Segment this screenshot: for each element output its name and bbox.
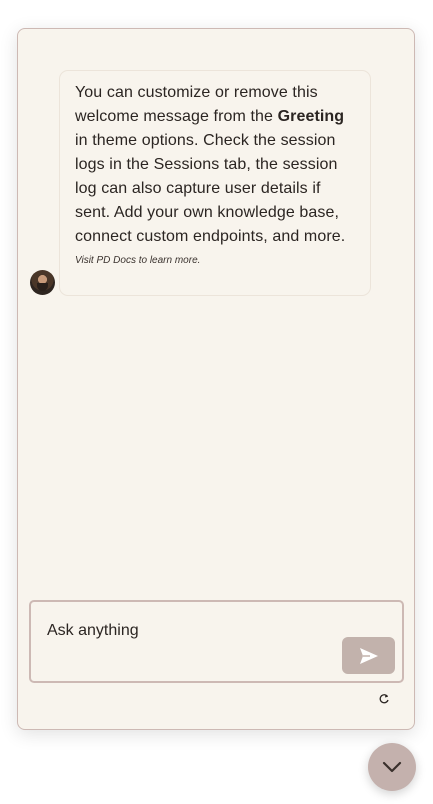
chat-widget-panel: You can customize or remove this welcome… xyxy=(17,28,415,730)
send-icon xyxy=(359,647,378,664)
widget-toggle-button[interactable] xyxy=(368,743,416,791)
welcome-text-part: in theme options. Check the session logs… xyxy=(75,132,346,245)
avatar-detail xyxy=(37,283,48,291)
welcome-message-text: You can customize or remove this welcome… xyxy=(75,81,356,249)
refresh-icon-glyph xyxy=(379,694,389,704)
bot-avatar xyxy=(30,270,55,295)
chevron-down-icon xyxy=(382,761,402,773)
message-input[interactable] xyxy=(47,620,327,642)
greeting-bold-text: Greeting xyxy=(277,108,345,125)
refresh-icon[interactable] xyxy=(378,693,390,705)
send-button[interactable] xyxy=(342,637,395,674)
welcome-message-bubble: You can customize or remove this welcome… xyxy=(59,70,371,296)
message-composer xyxy=(29,600,404,683)
docs-footnote[interactable]: Visit PD Docs to learn more. xyxy=(75,255,356,266)
